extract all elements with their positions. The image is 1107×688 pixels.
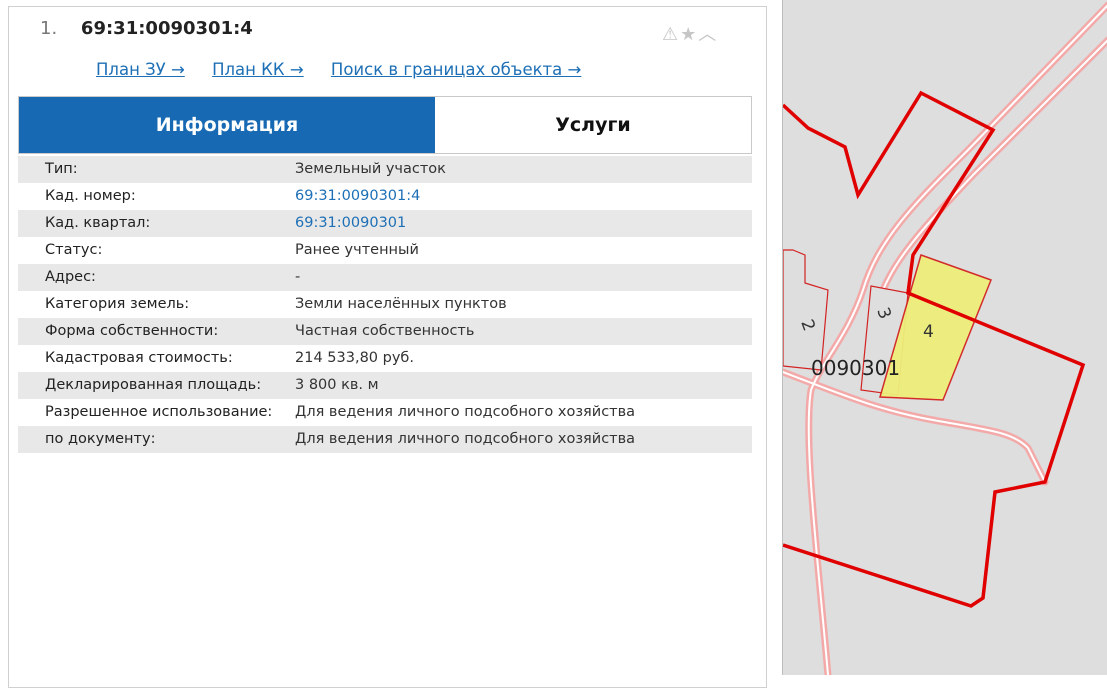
attribute-label: Статус:: [45, 242, 103, 258]
parcel-label-4: 4: [923, 322, 934, 342]
attribute-label: Кад. квартал:: [45, 215, 151, 231]
map-view[interactable]: 2 3 4 0090301: [782, 0, 1107, 675]
attribute-row: Кад. квартал: 69:31:0090301: [18, 210, 752, 237]
attribute-label: по документу:: [45, 431, 156, 447]
search-in-bounds-link[interactable]: Поиск в границах объекта →: [331, 60, 581, 79]
header-icons: ⚠★︿: [662, 20, 718, 46]
attribute-value-link[interactable]: 69:31:0090301:4: [295, 188, 420, 204]
plan-kk-link[interactable]: План КК →: [212, 60, 304, 79]
attribute-row: Разрешенное использование: Для ведения ли…: [18, 399, 752, 426]
attribute-value[interactable]: 69:31:0090301:4: [284, 183, 752, 210]
attribute-row: Статус: Ранее учтенный: [18, 237, 752, 264]
result-header[interactable]: 1. 69:31:0090301:4: [40, 18, 253, 39]
attribute-row: Декларированная площадь: 3 800 кв. м: [18, 372, 752, 399]
attribute-value: Для ведения личного подсобного хозяйства: [284, 399, 752, 426]
attribute-value[interactable]: 69:31:0090301: [284, 210, 752, 237]
attribute-label: Кадастровая стоимость:: [45, 350, 233, 366]
attribute-value: Для ведения личного подсобного хозяйства: [284, 426, 752, 453]
tab-information[interactable]: Информация: [19, 97, 435, 153]
tab-services[interactable]: Услуги: [435, 97, 751, 153]
attribute-value: 214 533,80 руб.: [284, 345, 752, 372]
result-index: 1.: [40, 18, 58, 39]
attribute-value-text: Для ведения личного подсобного хозяйства: [295, 431, 636, 447]
attribute-label: Форма собственности:: [45, 323, 219, 339]
attribute-value-text: 3 800 кв. м: [295, 377, 379, 393]
attribute-row: Категория земель: Земли населённых пункто…: [18, 291, 752, 318]
attribute-value-text: Ранее учтенный: [295, 242, 419, 258]
attribute-row: Кад. номер: 69:31:0090301:4: [18, 183, 752, 210]
attribute-value-text: -: [295, 269, 301, 285]
attribute-row: Тип: Земельный участок: [18, 156, 752, 183]
tab-bar: Информация Услуги: [18, 96, 752, 154]
attribute-label: Категория земель:: [45, 296, 190, 312]
star-icon[interactable]: ★: [680, 24, 698, 45]
attribute-label: Разрешенное использование:: [45, 404, 273, 420]
quarter-label: 0090301: [811, 356, 900, 380]
map-canvas[interactable]: 2 3 4 0090301: [783, 0, 1107, 675]
attribute-value: Частная собственность: [284, 318, 752, 345]
parcel-2-outline[interactable]: [783, 249, 829, 371]
attribute-value-text: 214 533,80 руб.: [295, 350, 414, 366]
plan-zu-link[interactable]: План ЗУ →: [96, 60, 185, 79]
attribute-value: Ранее учтенный: [284, 237, 752, 264]
attribute-value: Земли населённых пунктов: [284, 291, 752, 318]
attribute-label: Декларированная площадь:: [45, 377, 262, 393]
attribute-value-text: Земли населённых пунктов: [295, 296, 507, 312]
attribute-value-text: Земельный участок: [295, 161, 446, 177]
attribute-row: Кадастровая стоимость: 214 533,80 руб.: [18, 345, 752, 372]
attribute-label: Кад. номер:: [45, 188, 136, 204]
result-cadastral-number[interactable]: 69:31:0090301:4: [81, 18, 253, 39]
attribute-row: Адрес: -: [18, 264, 752, 291]
attributes-table: Тип: Земельный участок Кад. номер: 69:31:00…: [18, 156, 752, 453]
attribute-row: по документу: Для ведения личного подсобн…: [18, 426, 752, 453]
attribute-label: Тип:: [45, 161, 78, 177]
object-links: План ЗУ → План КК → Поиск в границах объ…: [96, 60, 603, 79]
attribute-value: 3 800 кв. м: [284, 372, 752, 399]
attribute-value: -: [284, 264, 752, 291]
attribute-value-link[interactable]: 69:31:0090301: [295, 215, 406, 231]
info-panel: 1. 69:31:0090301:4 ⚠★︿ План ЗУ → План КК…: [0, 0, 782, 688]
warning-icon[interactable]: ⚠: [662, 24, 680, 45]
attribute-value-text: Для ведения личного подсобного хозяйства: [295, 404, 636, 420]
attribute-label: Адрес:: [45, 269, 96, 285]
attribute-row: Форма собственности: Частная собственност…: [18, 318, 752, 345]
collapse-chevron-icon[interactable]: ︿: [698, 24, 718, 45]
attribute-value-text: Частная собственность: [295, 323, 475, 339]
attribute-value: Земельный участок: [284, 156, 752, 183]
